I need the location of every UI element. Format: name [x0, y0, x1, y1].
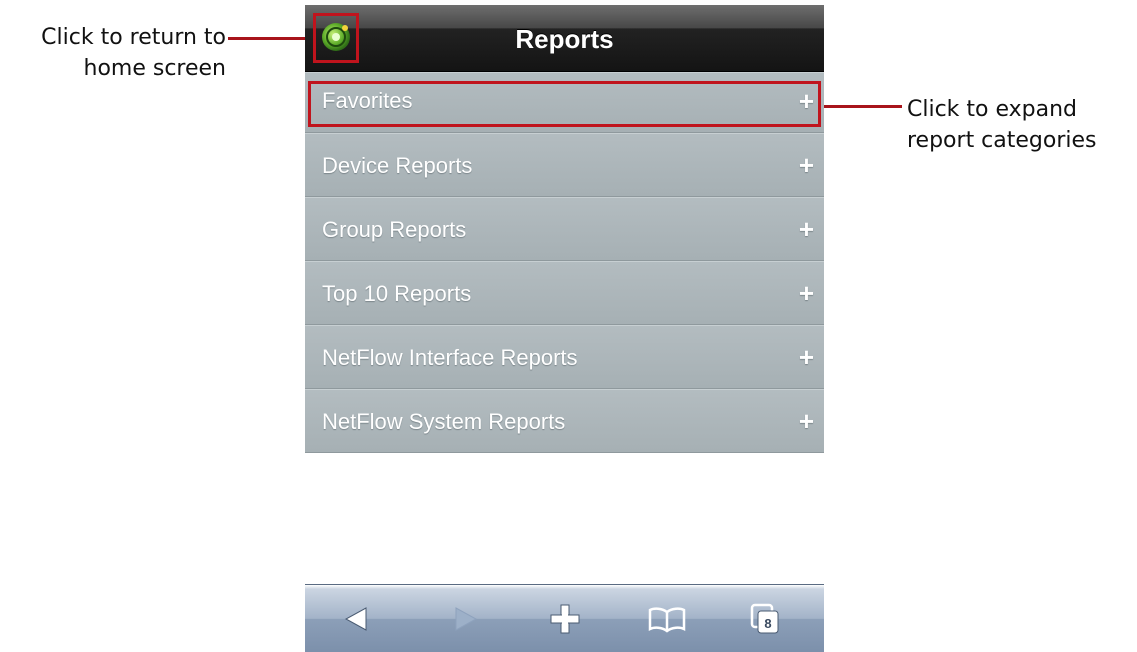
header-bar: Reports: [305, 5, 824, 72]
callout-expand-pointer: [820, 105, 902, 108]
menu-item-favorites[interactable]: Favorites +: [305, 72, 824, 133]
menu-item-netflow-system-reports[interactable]: NetFlow System Reports +: [305, 389, 824, 453]
expand-icon: +: [798, 86, 814, 116]
expand-icon: +: [798, 406, 814, 436]
book-icon: [648, 606, 686, 633]
expand-icon: +: [798, 278, 814, 308]
back-button[interactable]: [325, 585, 389, 652]
callout-expand: Click to expand report categories: [907, 94, 1135, 156]
menu-item-label: Group Reports: [322, 217, 467, 242]
callout-home-line1: Click to return to: [41, 25, 226, 50]
forward-button[interactable]: [433, 585, 497, 652]
page-title: Reports: [515, 24, 614, 54]
bookmarks-button[interactable]: [635, 585, 699, 652]
menu-item-label: Device Reports: [322, 153, 473, 178]
pages-icon: 8: [750, 603, 779, 633]
menu-item-label: Favorites: [322, 88, 413, 113]
back-arrow-icon: [344, 606, 367, 631]
callout-home: Click to return to home screen: [0, 22, 226, 84]
expand-icon: +: [798, 342, 814, 372]
menu-item-label: Top 10 Reports: [322, 281, 472, 306]
forward-arrow-icon: [455, 606, 478, 631]
browser-toolbar: 8: [305, 584, 824, 652]
callout-home-pointer: [228, 37, 310, 40]
menu-item-label: NetFlow System Reports: [322, 409, 566, 434]
pages-count: 8: [764, 616, 771, 631]
menu-item-group-reports[interactable]: Group Reports +: [305, 197, 824, 261]
pages-button[interactable]: 8: [733, 585, 797, 652]
plus-icon: [550, 604, 580, 633]
menu-item-top-10-reports[interactable]: Top 10 Reports +: [305, 261, 824, 325]
callout-expand-line2: report categories: [907, 128, 1097, 153]
expand-icon: +: [798, 150, 814, 180]
menu-item-device-reports[interactable]: Device Reports +: [305, 133, 824, 197]
callout-home-line2: home screen: [83, 56, 227, 81]
expand-icon: +: [798, 214, 814, 244]
menu-item-label: NetFlow Interface Reports: [322, 345, 578, 370]
report-category-list: Favorites + Device Reports + Group Repor…: [305, 72, 824, 453]
callout-expand-line1: Click to expand: [907, 97, 1078, 122]
add-bookmark-button[interactable]: [533, 585, 597, 652]
phone-screen: Reports Favorites + Device Reports + Gro…: [305, 0, 824, 652]
menu-item-netflow-interface-reports[interactable]: NetFlow Interface Reports +: [305, 325, 824, 389]
